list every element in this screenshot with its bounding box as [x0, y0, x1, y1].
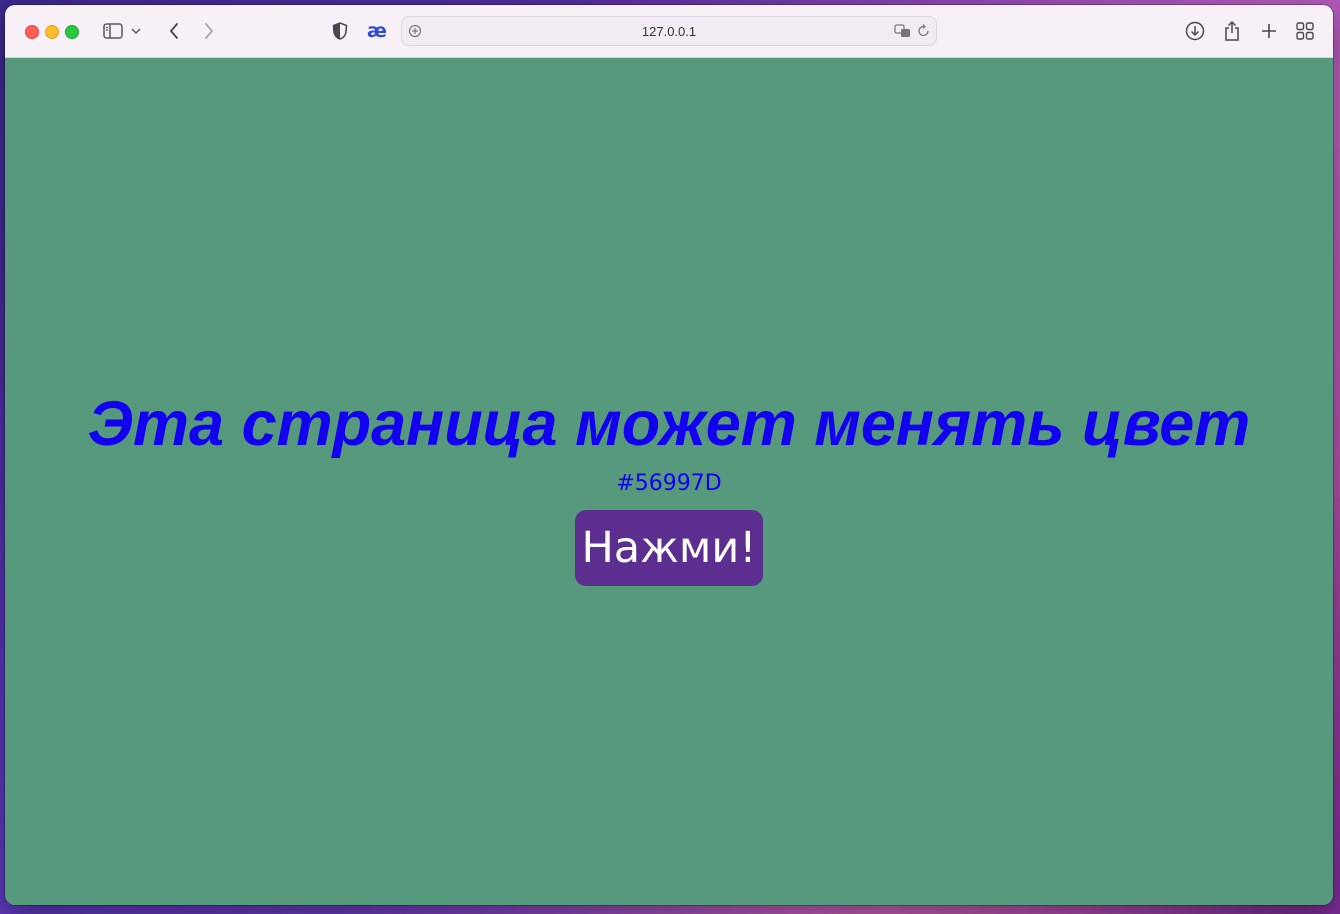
close-window-button[interactable] [25, 25, 39, 39]
minimize-window-button[interactable] [45, 25, 59, 39]
back-arrow-icon[interactable] [162, 19, 186, 43]
share-icon[interactable] [1220, 19, 1244, 43]
ae-extension-icon[interactable]: æ [365, 19, 389, 43]
forward-arrow-icon[interactable] [197, 19, 221, 43]
download-icon[interactable] [1183, 19, 1207, 43]
address-bar[interactable]: 127.0.0.1 [401, 16, 937, 46]
change-color-button[interactable]: Нажми! [575, 510, 763, 586]
page-content: Эта страница может менять цвет #56997D Н… [5, 58, 1333, 905]
translate-icon[interactable] [894, 24, 912, 43]
reload-icon[interactable] [918, 24, 930, 43]
page-headline: Эта страница может менять цвет [87, 389, 1251, 459]
shield-icon[interactable] [328, 19, 352, 43]
browser-window: æ 127.0.0.1 Эта страница может менять цв… [5, 5, 1333, 905]
zoom-window-button[interactable] [65, 25, 79, 39]
color-code-label: #56997D [616, 471, 722, 496]
chevron-down-icon[interactable] [129, 19, 143, 43]
tab-grid-icon[interactable] [1293, 19, 1317, 43]
url-text[interactable]: 127.0.0.1 [402, 24, 936, 39]
browser-toolbar: æ 127.0.0.1 [5, 5, 1333, 58]
plus-icon[interactable] [1257, 19, 1281, 43]
sidebar-icon[interactable] [101, 19, 125, 43]
